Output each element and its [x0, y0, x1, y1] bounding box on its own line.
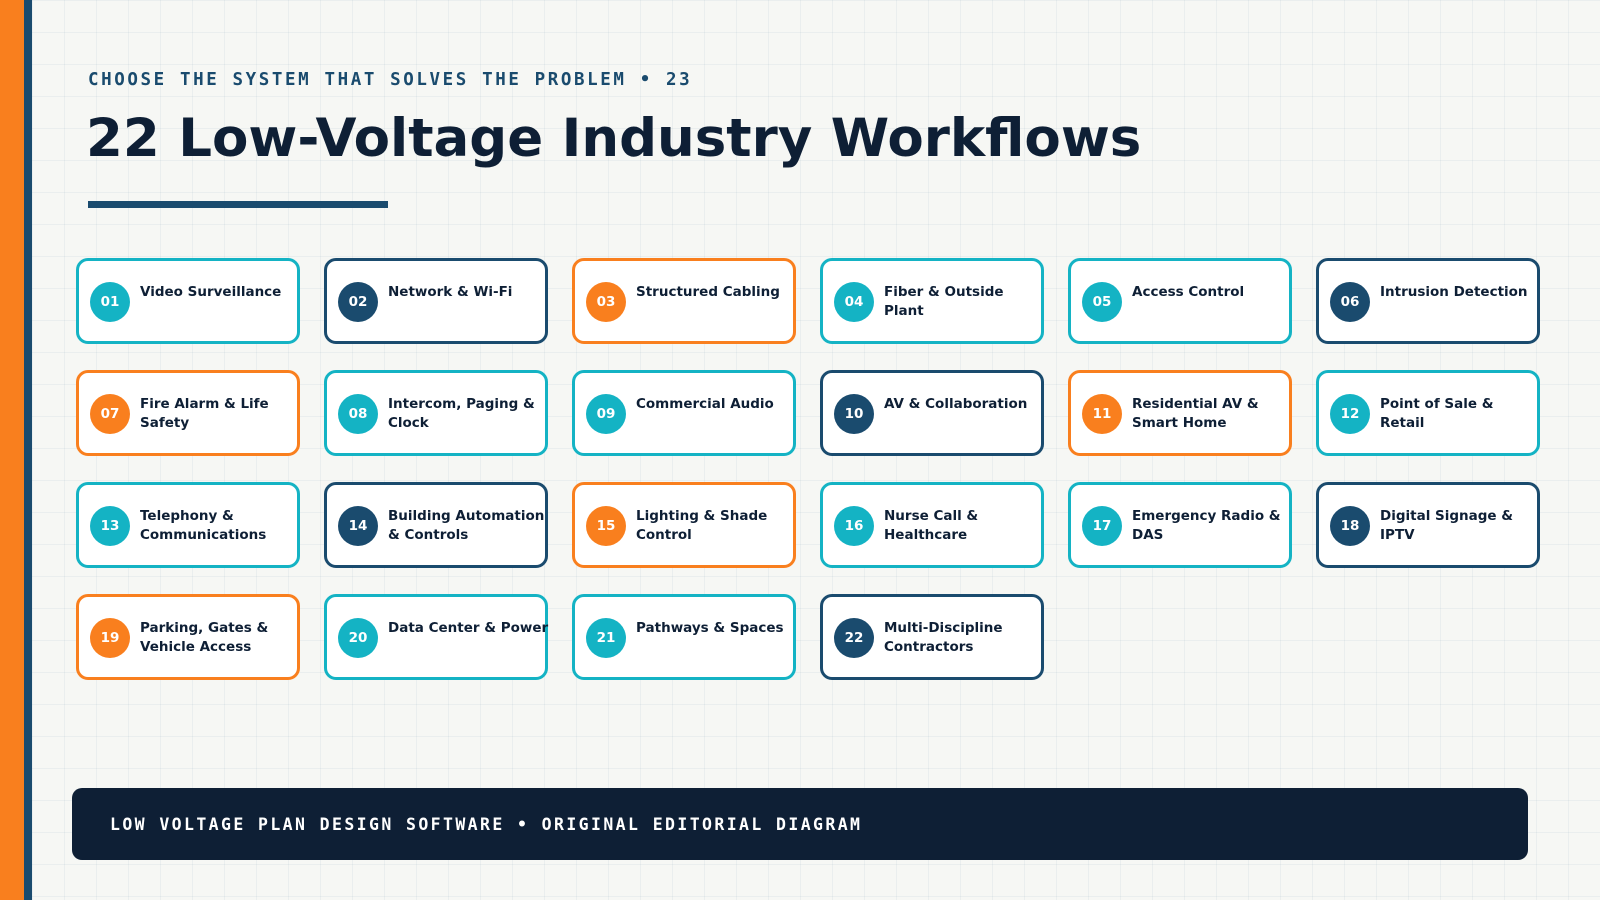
workflow-label: Point of Sale & Retail [1380, 396, 1494, 431]
workflow-number-badge: 09 [586, 394, 626, 434]
title-underline [88, 201, 388, 208]
page-title: 22 Low-Voltage Industry Workflows [86, 108, 1142, 169]
workflow-card[interactable]: 03 Structured Cabling [572, 258, 796, 344]
workflow-label: Digital Signage & IPTV [1380, 508, 1514, 543]
workflow-card[interactable]: 12 Point of Sale & Retail [1316, 370, 1540, 456]
workflow-card[interactable]: 17 Emergency Radio & DAS [1068, 482, 1292, 568]
workflow-label: Data Center & Power [388, 620, 549, 636]
workflow-number-badge: 18 [1330, 506, 1370, 546]
workflow-number-badge: 12 [1330, 394, 1370, 434]
left-accent-bar-orange [0, 0, 24, 900]
workflow-number-badge: 06 [1330, 282, 1370, 322]
workflow-label: Fiber & Outside Plant [884, 284, 1004, 319]
workflow-label: Building Automation & Controls [388, 508, 545, 543]
workflow-label: AV & Collaboration [884, 396, 1028, 412]
workflow-label: Telephony & Communications [140, 508, 267, 543]
workflow-card[interactable]: 05 Access Control [1068, 258, 1292, 344]
workflow-number-badge: 17 [1082, 506, 1122, 546]
eyebrow-text: CHOOSE THE SYSTEM THAT SOLVES THE PROBLE… [88, 70, 693, 90]
workflow-label: Nurse Call & Healthcare [884, 508, 979, 543]
workflow-card[interactable]: 09 Commercial Audio [572, 370, 796, 456]
workflow-card[interactable]: 06 Intrusion Detection [1316, 258, 1540, 344]
workflow-label: Parking, Gates & Vehicle Access [140, 620, 269, 655]
workflow-number-badge: 02 [338, 282, 378, 322]
workflow-card[interactable]: 11 Residential AV & Smart Home [1068, 370, 1292, 456]
workflow-number-badge: 20 [338, 618, 378, 658]
workflow-number-badge: 16 [834, 506, 874, 546]
workflow-number-badge: 04 [834, 282, 874, 322]
workflow-card[interactable]: 15 Lighting & Shade Control [572, 482, 796, 568]
workflow-card[interactable]: 07 Fire Alarm & Life Safety [76, 370, 300, 456]
workflow-card[interactable]: 02 Network & Wi-Fi [324, 258, 548, 344]
workflow-label: Commercial Audio [636, 396, 774, 412]
workflow-number-badge: 14 [338, 506, 378, 546]
left-accent-bar-navy [24, 0, 32, 900]
workflow-label: Pathways & Spaces [636, 620, 784, 636]
workflow-grid: 01 Video Surveillance 02 Network & Wi-Fi 0… [76, 258, 1540, 680]
workflow-number-badge: 05 [1082, 282, 1122, 322]
footer-banner: LOW VOLTAGE PLAN DESIGN SOFTWARE • ORIGI… [72, 788, 1528, 860]
workflow-label: Multi-Discipline Contractors [884, 620, 1003, 655]
workflow-card[interactable]: 10 AV & Collaboration [820, 370, 1044, 456]
workflow-number-badge: 08 [338, 394, 378, 434]
workflow-number-badge: 07 [90, 394, 130, 434]
workflow-label: Intrusion Detection [1380, 284, 1528, 300]
workflow-label: Fire Alarm & Life Safety [140, 396, 269, 431]
workflow-label: Structured Cabling [636, 284, 780, 300]
workflow-card[interactable]: 20 Data Center & Power [324, 594, 548, 680]
workflow-label: Residential AV & Smart Home [1132, 396, 1259, 431]
workflow-number-badge: 21 [586, 618, 626, 658]
workflow-card[interactable]: 16 Nurse Call & Healthcare [820, 482, 1044, 568]
workflow-card[interactable]: 01 Video Surveillance [76, 258, 300, 344]
workflow-number-badge: 19 [90, 618, 130, 658]
workflow-card[interactable]: 08 Intercom, Paging & Clock [324, 370, 548, 456]
workflow-card[interactable]: 14 Building Automation & Controls [324, 482, 548, 568]
workflow-card[interactable]: 13 Telephony & Communications [76, 482, 300, 568]
workflow-number-badge: 10 [834, 394, 874, 434]
workflow-label: Video Surveillance [140, 284, 282, 300]
workflow-number-badge: 13 [90, 506, 130, 546]
workflow-label: Network & Wi-Fi [388, 284, 513, 300]
workflow-card[interactable]: 21 Pathways & Spaces [572, 594, 796, 680]
workflow-card[interactable]: 04 Fiber & Outside Plant [820, 258, 1044, 344]
workflow-label: Emergency Radio & DAS [1132, 508, 1281, 543]
workflow-number-badge: 15 [586, 506, 626, 546]
workflow-number-badge: 22 [834, 618, 874, 658]
workflow-card[interactable]: 22 Multi-Discipline Contractors [820, 594, 1044, 680]
footer-text: LOW VOLTAGE PLAN DESIGN SOFTWARE • ORIGI… [110, 815, 863, 834]
workflow-number-badge: 11 [1082, 394, 1122, 434]
workflow-label: Intercom, Paging & Clock [388, 396, 535, 431]
workflow-number-badge: 01 [90, 282, 130, 322]
workflow-card[interactable]: 18 Digital Signage & IPTV [1316, 482, 1540, 568]
workflow-number-badge: 03 [586, 282, 626, 322]
workflow-card[interactable]: 19 Parking, Gates & Vehicle Access [76, 594, 300, 680]
workflow-label: Lighting & Shade Control [636, 508, 768, 543]
workflow-label: Access Control [1132, 284, 1245, 300]
